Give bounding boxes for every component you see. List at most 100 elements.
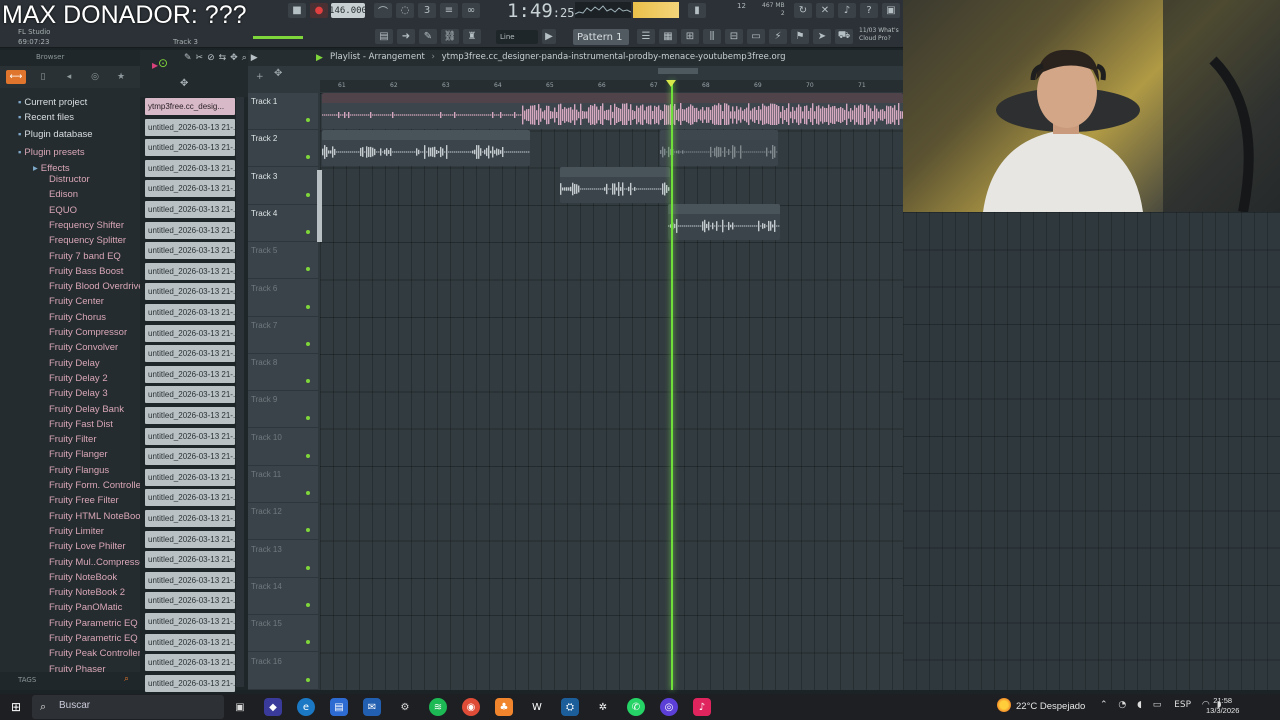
arrow-right-icon[interactable]: ➜ xyxy=(397,29,415,44)
effect-item[interactable]: Fruity Delay 3 xyxy=(49,388,108,399)
move-icon[interactable]: ✥ xyxy=(274,68,282,79)
master-volume-icon[interactable]: ▮ xyxy=(688,3,706,18)
metronome-icon[interactable]: ⌒ xyxy=(374,3,392,18)
clip-selected[interactable]: ytmp3free.cc_desig... xyxy=(145,98,235,115)
collapse-icon[interactable]: ◂ xyxy=(62,70,76,84)
clip-item[interactable]: untitled_2026-03-13 21-... xyxy=(145,654,235,672)
file-icon[interactable]: ▯ xyxy=(36,70,50,84)
clip-item[interactable]: untitled_2026-03-13 21-... xyxy=(145,242,235,260)
audio-clip[interactable]: ytmp3free.cc_designer-panda-instrumental… xyxy=(322,93,903,129)
track-header[interactable]: Track 8 xyxy=(248,354,318,392)
audio-clip[interactable]: untitled_2026-0..56-56_Insert 1 xyxy=(560,167,670,203)
playhead[interactable] xyxy=(671,80,673,690)
tiktok-icon[interactable]: ♪ xyxy=(693,698,711,716)
clip-item[interactable]: untitled_2026-03-13 21-... xyxy=(145,530,235,548)
effect-item[interactable]: Fruity 7 band EQ xyxy=(49,251,121,262)
audio-clip[interactable]: untitled_2026-0..58-04_Insert 1 xyxy=(668,204,780,240)
clip-item[interactable]: untitled_2026-03-13 21-... xyxy=(145,283,235,301)
zoom-icon[interactable]: ✥ xyxy=(180,78,188,89)
wait-record-icon[interactable]: ◌ xyxy=(396,3,414,18)
clip-item[interactable]: untitled_2026-03-13 21-... xyxy=(145,201,235,218)
track-header[interactable]: Track 3 xyxy=(248,168,318,205)
effect-item[interactable]: Fruity Bass Boost xyxy=(49,266,123,277)
stamp-icon[interactable]: ♜ xyxy=(463,29,481,44)
track-header[interactable]: Track 16 xyxy=(248,653,318,690)
effect-item[interactable]: Fruity Chorus xyxy=(49,312,106,323)
timeline-ruler[interactable]: 61 62 63 64 65 66 67 68 69 70 71 xyxy=(320,80,903,92)
star-icon[interactable]: ★ xyxy=(114,70,128,84)
stop-button[interactable]: ■ xyxy=(288,3,306,18)
effect-item[interactable]: Distructor xyxy=(49,174,90,185)
effect-item[interactable]: Fruity Free Filter xyxy=(49,495,119,506)
playlist-icon[interactable]: ☰ xyxy=(637,29,655,44)
track-mute-led[interactable] xyxy=(306,192,310,197)
clip-item[interactable]: untitled_2026-03-13 21-... xyxy=(145,674,235,692)
effect-item[interactable]: Fruity NoteBook xyxy=(49,572,117,583)
track-mute-led[interactable] xyxy=(306,416,310,421)
track-mute-led[interactable] xyxy=(306,341,310,346)
send-icon[interactable]: ➤ xyxy=(813,29,831,44)
mic-icon[interactable]: ♪ xyxy=(838,3,856,18)
network-icon[interactable]: ◔ xyxy=(1118,700,1126,710)
effect-item[interactable]: EQUO xyxy=(49,205,77,216)
pencil-icon[interactable]: ✎ xyxy=(419,29,437,44)
clip-item[interactable]: untitled_2026-03-13 21-... xyxy=(145,304,235,321)
clip-item[interactable]: untitled_2026-03-13 21-... xyxy=(145,407,235,424)
picker-scrollbar[interactable] xyxy=(236,97,244,687)
effect-item[interactable]: Fruity Parametric EQ xyxy=(49,618,138,629)
track-mute-led[interactable] xyxy=(306,640,310,645)
browser-root-2[interactable]: ▪ Plugin database xyxy=(18,129,93,140)
plugin-picker-icon[interactable]: ▭ xyxy=(747,29,765,44)
refresh-icon[interactable]: ↻ xyxy=(794,3,812,18)
clip-item[interactable]: untitled_2026-03-13 21-... xyxy=(145,448,235,466)
clip-item[interactable]: untitled_2026-03-13 21-... xyxy=(145,221,235,239)
step-edit-icon[interactable]: ≡ xyxy=(440,3,458,18)
playlist-arrow-icon[interactable]: ▶ xyxy=(316,53,323,63)
track-mute-led[interactable] xyxy=(306,491,310,495)
playlist-extended-area[interactable] xyxy=(903,212,1280,690)
piano-roll-icon[interactable]: ▤ xyxy=(375,29,393,44)
volume-icon[interactable]: ◖ xyxy=(1137,700,1142,710)
effect-item[interactable]: Fruity Delay Bank xyxy=(49,404,124,415)
audio-clip[interactable]: untitled_2026-0..57-56_Insert 1 xyxy=(660,130,778,166)
app-gear-icon[interactable]: ✲ xyxy=(594,698,612,716)
track-mute-led[interactable] xyxy=(306,602,310,607)
cart-icon[interactable]: ⛟ xyxy=(835,29,853,44)
effect-item[interactable]: Fruity Mul..Compressor xyxy=(49,557,148,568)
track-header[interactable]: Track 5 xyxy=(248,242,318,280)
clip-item[interactable]: untitled_2026-03-13 21-... xyxy=(145,180,235,198)
track-header[interactable]: Track 4 xyxy=(248,205,318,242)
chevron-up-icon[interactable]: ⌃ xyxy=(1100,700,1108,710)
language-indicator[interactable]: ESP xyxy=(1174,700,1191,710)
arrangement-grid[interactable]: ytmp3free.cc_designer-panda-instrumental… xyxy=(320,93,903,690)
effect-item[interactable]: Fruity Flangus xyxy=(49,465,109,476)
clip-item[interactable]: untitled_2026-03-13 21-... xyxy=(145,427,235,445)
track-header[interactable]: Track 11 xyxy=(248,466,318,503)
effect-item[interactable]: Fruity PanOMatic xyxy=(49,602,122,613)
clip-item[interactable]: untitled_2026-03-13 21-... xyxy=(145,345,235,363)
track-header[interactable]: Track 12 xyxy=(248,503,318,541)
clip-item[interactable]: untitled_2026-03-13 21-... xyxy=(145,118,235,136)
browser-root-0[interactable]: ▪ Current project xyxy=(18,97,87,108)
store-icon[interactable]: ▤ xyxy=(330,698,348,716)
effect-item[interactable]: Fruity Center xyxy=(49,296,104,307)
effect-item[interactable]: Fruity NoteBook 2 xyxy=(49,587,125,598)
track-mute-led[interactable] xyxy=(306,379,310,384)
clip-item[interactable]: untitled_2026-03-13 21-... xyxy=(145,571,235,589)
clip-item[interactable]: untitled_2026-03-13 21-... xyxy=(145,324,235,342)
clip-item[interactable]: untitled_2026-03-13 21-... xyxy=(145,262,235,280)
track-mute-led[interactable] xyxy=(306,565,310,570)
windows-start-icon[interactable]: ⊞ xyxy=(8,699,24,715)
pattern-selector[interactable]: Pattern 1 xyxy=(573,29,629,45)
effect-item[interactable]: Frequency Splitter xyxy=(49,235,126,246)
track-header[interactable]: Track 14 xyxy=(248,578,318,615)
snap-icon[interactable]: ⊙ xyxy=(158,56,168,70)
effect-item[interactable]: Fruity Love Philter xyxy=(49,541,126,552)
eq-icon[interactable]: ⫼ xyxy=(703,29,721,44)
track-mute-led[interactable] xyxy=(306,677,310,682)
link-icon[interactable]: ⛓ xyxy=(441,29,459,44)
steam-icon[interactable]: ⛭ xyxy=(561,698,579,716)
spotify-icon[interactable]: ≋ xyxy=(429,698,447,716)
effect-item[interactable]: Edison xyxy=(49,189,78,200)
mail-icon[interactable]: ✉ xyxy=(363,698,381,716)
